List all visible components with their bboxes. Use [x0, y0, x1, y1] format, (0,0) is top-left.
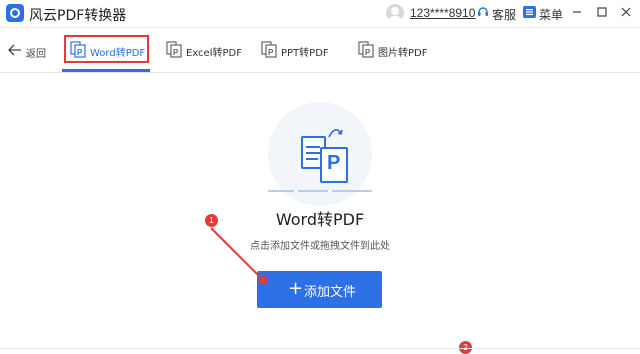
excel-doc-icon: P: [166, 41, 182, 58]
active-tab-indicator: [62, 69, 150, 72]
menu-button[interactable]: 菜单: [539, 6, 563, 23]
tab-label: 图片转PDF: [378, 48, 428, 59]
user-account-link[interactable]: 123****8910: [410, 6, 475, 20]
close-icon[interactable]: [619, 5, 633, 19]
hero-decor-line: [268, 190, 294, 192]
hero-decor-line: [298, 190, 328, 192]
menu-icon[interactable]: [523, 6, 536, 18]
svg-text:P: P: [173, 48, 179, 57]
add-file-label: 添加文件: [304, 285, 357, 300]
pdf-letter: P: [327, 152, 341, 174]
plus-icon: +: [288, 278, 304, 299]
minimize-icon[interactable]: [570, 5, 584, 19]
image-doc-icon: P: [358, 41, 374, 58]
maximize-icon[interactable]: [595, 5, 609, 19]
drop-hint: 点击添加文件或拖拽文件到此处: [250, 241, 390, 252]
divider: [0, 348, 640, 349]
convert-arrow-icon: [328, 129, 343, 138]
tab-label: Excel转PDF: [186, 48, 242, 59]
annotation-highlight-box: [64, 35, 149, 63]
avatar[interactable]: [386, 4, 404, 22]
ppt-doc-icon: P: [261, 41, 277, 58]
back-label: 返回: [26, 49, 46, 60]
app-logo: [6, 4, 24, 22]
arrow-left-icon: [8, 44, 21, 56]
headset-icon[interactable]: [477, 6, 489, 18]
page-title: Word转PDF: [275, 210, 365, 229]
svg-text:P: P: [365, 48, 371, 57]
doc-line: [306, 152, 320, 154]
doc-line: [306, 146, 320, 148]
doc-line: [306, 158, 318, 160]
customer-service-button[interactable]: 客服: [492, 6, 516, 23]
title-bar: 风云PDF转换器 123****8910 客服 菜单: [0, 0, 640, 28]
app-title: 风云PDF转换器: [29, 8, 127, 24]
hero-decor-line: [332, 190, 372, 192]
annotation-arrow-icon: [210, 227, 268, 285]
add-file-button[interactable]: + 添加文件: [257, 271, 382, 308]
svg-text:P: P: [268, 48, 274, 57]
tab-label: PPT转PDF: [281, 48, 329, 59]
